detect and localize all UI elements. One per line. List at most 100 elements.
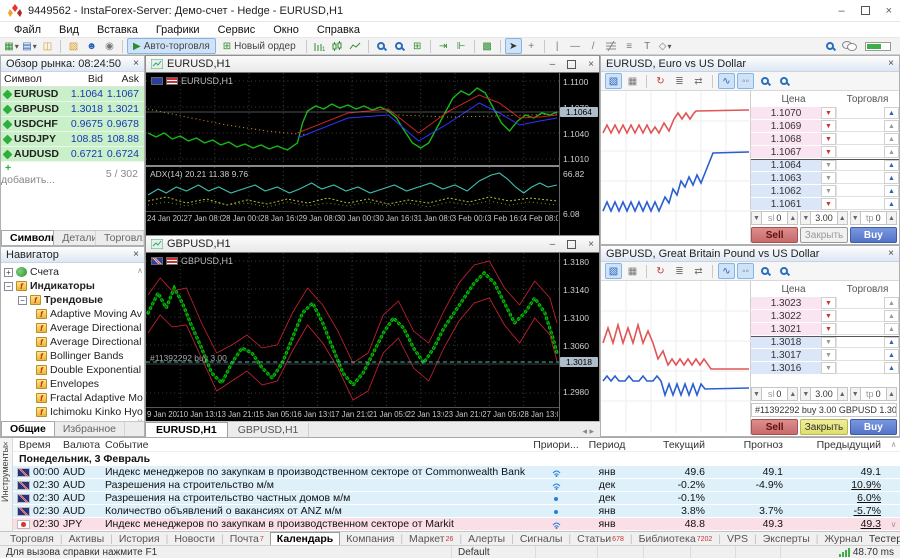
chart-close-button[interactable]: × bbox=[588, 59, 594, 70]
sell-arrow-icon[interactable]: ▼ bbox=[821, 310, 836, 322]
bid-row[interactable]: 1.1062▼▲ bbox=[751, 185, 899, 198]
calendar-event-row[interactable]: 02:30 AUD Разрешения на строительство ча… bbox=[13, 492, 900, 505]
chart-window-titlebar[interactable]: GBPUSD,H1 –× bbox=[146, 236, 599, 252]
tree-item-indicator[interactable]: fIchimoku Kinko Hyo bbox=[4, 405, 144, 419]
position-selector[interactable]: #11392292 buy 3.00 GBPUSD 1.3018⌄ bbox=[751, 403, 897, 417]
data-folder-button[interactable]: ◫ bbox=[39, 38, 56, 54]
tab-symbols[interactable]: Символы bbox=[1, 230, 54, 245]
scroll-up-icon[interactable]: ∧ bbox=[887, 440, 900, 449]
scroll-down-icon[interactable]: ∨ bbox=[887, 520, 900, 529]
calendar-event-row[interactable]: 02:30 AUD Количество объявлений о ваканс… bbox=[13, 505, 900, 518]
ask-row[interactable]: 1.1069▼▲ bbox=[751, 120, 899, 133]
tick-line-button[interactable]: ∿ bbox=[718, 73, 735, 89]
broadcast-button[interactable]: ◉ bbox=[101, 38, 118, 54]
bid-row[interactable]: 1.3017▼▲ bbox=[751, 349, 899, 362]
calendar-event-row[interactable]: 00:00 AUD Индекс менеджеров по закупкам … bbox=[13, 466, 900, 479]
tree-item-indicator[interactable]: fAverage Directional bbox=[4, 335, 144, 349]
bid-row[interactable]: 1.1064▼▲ bbox=[751, 159, 899, 172]
refresh-button[interactable]: ↻ bbox=[652, 263, 669, 279]
tab-market[interactable]: Маркет26 bbox=[403, 533, 459, 545]
sell-arrow-icon[interactable]: ▼ bbox=[821, 297, 836, 309]
status-profile[interactable]: Default bbox=[452, 546, 536, 558]
market-watch-close-icon[interactable]: × bbox=[133, 58, 139, 69]
fibonacci-button[interactable] bbox=[603, 38, 620, 54]
menu-view[interactable]: Вид bbox=[51, 24, 87, 36]
volume-stepper[interactable]: ▼3.00▲ bbox=[800, 387, 847, 401]
market-row-usdchf[interactable]: USDCHF 0.96750.9678 bbox=[1, 117, 144, 132]
bid-row[interactable]: 1.1061▼▲ bbox=[751, 198, 899, 211]
new-order-button[interactable]: ⊞Новый ордер bbox=[217, 38, 302, 54]
tick-dots-button[interactable]: ◦◦ bbox=[737, 263, 754, 279]
navigator-close-icon[interactable]: × bbox=[133, 249, 139, 260]
tick-chart-mode-button[interactable]: ▧ bbox=[605, 263, 622, 279]
close-button[interactable]: Закрыть bbox=[800, 419, 847, 435]
sell-arrow-icon[interactable]: ▼ bbox=[821, 107, 836, 119]
tab-mail[interactable]: Почта7 bbox=[224, 533, 270, 545]
book-button[interactable]: ≣ bbox=[671, 263, 688, 279]
chart-tab-gbpusd[interactable]: GBPUSD,H1 bbox=[228, 423, 310, 437]
zoom-in-button[interactable] bbox=[756, 263, 773, 279]
tree-item-indicator[interactable]: fAdaptive Moving Av bbox=[4, 307, 144, 321]
menu-file[interactable]: Файл bbox=[6, 24, 49, 36]
tab-news[interactable]: Новости bbox=[168, 533, 221, 545]
tree-item-trend[interactable]: −fТрендовые bbox=[4, 293, 144, 307]
tree-item-indicator[interactable]: fEnvelopes bbox=[4, 377, 144, 391]
tab-experts[interactable]: Эксперты bbox=[757, 533, 816, 545]
close-button[interactable]: × bbox=[886, 5, 892, 17]
sell-arrow-icon[interactable]: ▼ bbox=[821, 337, 836, 348]
refresh-button[interactable]: ↻ bbox=[652, 73, 669, 89]
sell-arrow-icon[interactable]: ▼ bbox=[821, 323, 836, 335]
tree-item-accounts[interactable]: +Счета bbox=[4, 265, 144, 279]
price-chart-gbpusd[interactable]: GBPUSD,H1 #11392292 buy 3.00 bbox=[146, 253, 559, 407]
ask-row[interactable]: 1.1068▼▲ bbox=[751, 133, 899, 146]
chart-maximize-button[interactable] bbox=[567, 240, 576, 249]
payments-button[interactable]: ▨ bbox=[65, 38, 82, 54]
tab-details[interactable]: Детали bbox=[54, 231, 96, 245]
tab-trade[interactable]: Торговля bbox=[96, 231, 144, 245]
col-ask[interactable]: Ask bbox=[106, 73, 142, 85]
buy-arrow-icon[interactable]: ▲ bbox=[884, 133, 899, 145]
bid-row[interactable]: 1.1063▼▲ bbox=[751, 172, 899, 185]
buy-button[interactable]: Buy bbox=[850, 419, 897, 435]
chart-window-titlebar[interactable]: EURUSD,H1 –× bbox=[146, 56, 599, 72]
tree-item-indicator[interactable]: fBollinger Bands bbox=[4, 349, 144, 363]
ask-row[interactable]: 1.1070▼▲ bbox=[751, 107, 899, 120]
tab-scroll-arrows[interactable]: ◂ ▸ bbox=[576, 426, 600, 437]
bid-row[interactable]: 1.3018▼▲ bbox=[751, 336, 899, 349]
autotrade-button[interactable]: ▶Авто-торговля bbox=[127, 38, 216, 54]
ask-row[interactable]: 1.3022▼▲ bbox=[751, 310, 899, 323]
buy-arrow-icon[interactable]: ▲ bbox=[884, 160, 899, 171]
tab-signals[interactable]: Сигналы bbox=[514, 533, 569, 545]
sell-button[interactable]: Sell bbox=[751, 419, 798, 435]
buy-arrow-icon[interactable]: ▲ bbox=[884, 185, 899, 197]
collapse-icon[interactable]: − bbox=[4, 282, 13, 291]
horizontal-line-button[interactable]: — bbox=[567, 38, 584, 54]
col-bid[interactable]: Bid bbox=[65, 73, 106, 85]
collapse-icon[interactable]: − bbox=[18, 296, 27, 305]
price-scale[interactable]: 1.1100 1.1070 1.1064 1.1040 1.1010 66.82… bbox=[559, 73, 599, 235]
chart-maximize-button[interactable] bbox=[567, 60, 576, 69]
col-symbol[interactable]: Символ bbox=[1, 73, 65, 85]
chat-icon[interactable] bbox=[842, 41, 857, 52]
buy-button[interactable]: Buy bbox=[850, 227, 897, 243]
tick-chart-gbpusd[interactable] bbox=[601, 281, 751, 435]
tab-codebase[interactable]: Библиотека7202 bbox=[633, 533, 719, 545]
text-button[interactable]: T bbox=[639, 38, 656, 54]
menu-help[interactable]: Справка bbox=[309, 24, 368, 36]
market-add-symbol-row[interactable]: + добавить... 5 / 302 bbox=[1, 162, 144, 178]
tree-item-indicator[interactable]: fDouble Exponential bbox=[4, 363, 144, 377]
strategy-tester-label[interactable]: Тестер стратегий bbox=[869, 533, 900, 545]
calendar-event-row[interactable]: 02:30 JPY Индекс менеджеров по закупкам … bbox=[13, 518, 900, 531]
zoom-out-button[interactable] bbox=[775, 73, 792, 89]
stop-loss-stepper[interactable]: ▼sl0▲ bbox=[751, 211, 798, 225]
zoom-out-button[interactable] bbox=[391, 38, 408, 54]
sell-arrow-icon[interactable]: ▼ bbox=[821, 185, 836, 197]
candle-chart-button[interactable] bbox=[329, 38, 346, 54]
buy-arrow-icon[interactable]: ▲ bbox=[884, 198, 899, 210]
buy-arrow-icon[interactable]: ▲ bbox=[884, 323, 899, 335]
transfer-button[interactable]: ⇄ bbox=[690, 73, 707, 89]
sell-arrow-icon[interactable]: ▼ bbox=[821, 160, 836, 171]
tree-item-indicator[interactable]: fAverage Directional bbox=[4, 321, 144, 335]
sell-button[interactable]: Sell bbox=[751, 227, 798, 243]
sell-arrow-icon[interactable]: ▼ bbox=[821, 198, 836, 210]
